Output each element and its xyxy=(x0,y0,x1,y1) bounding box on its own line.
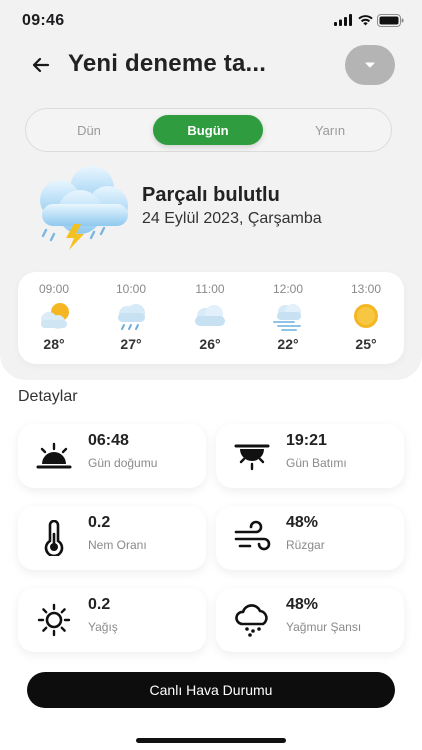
details-heading: Detaylar xyxy=(18,388,78,405)
tab-today[interactable]: Bugün xyxy=(153,115,263,145)
wifi-icon xyxy=(358,15,373,26)
detail-label: Gün doğumu xyxy=(88,456,158,470)
detail-value: 19:21 xyxy=(286,432,327,449)
hourly-item: 09:00 28° xyxy=(24,280,84,360)
hour-time: 10:00 xyxy=(115,282,147,296)
detail-value: 0.2 xyxy=(88,596,111,613)
detail-label: Nem Oranı xyxy=(88,538,147,552)
hour-temp: 28° xyxy=(43,336,65,352)
hourly-item: 11:00 26° xyxy=(180,280,240,360)
back-button[interactable] xyxy=(26,50,56,80)
hour-temp: 26° xyxy=(199,336,221,352)
hour-time: 12:00 xyxy=(272,282,304,296)
thermometer-icon xyxy=(44,520,64,556)
cloud-storm-icon xyxy=(40,166,128,250)
hour-time: 09:00 xyxy=(38,282,70,296)
live-weather-button[interactable]: Canlı Hava Durumu xyxy=(27,672,395,708)
weather-condition: Parçalı bulutlu xyxy=(142,184,280,206)
detail-label: Yağmur Şansı xyxy=(286,620,362,634)
detail-card-rain-chance: 48% Yağmur Şansı xyxy=(216,588,404,652)
detail-label: Gün Batımı xyxy=(286,456,347,470)
page-title: Yeni deneme ta... xyxy=(68,50,267,77)
detail-label: Yağış xyxy=(88,620,118,634)
wind-icon xyxy=(234,520,271,551)
status-icons xyxy=(334,14,404,28)
status-bar: 09:46 xyxy=(0,0,422,44)
detail-card-sunset: 19:21 Gün Batımı xyxy=(216,424,404,488)
detail-value: 48% xyxy=(286,596,319,613)
weather-date: 24 Eylül 2023, Çarşamba xyxy=(142,210,322,227)
detail-card-precipitation: 0.2 Yağış xyxy=(18,588,206,652)
sunset-icon xyxy=(234,444,270,471)
day-selector: Dün Bugün Yarın xyxy=(25,108,392,152)
detail-value: 06:48 xyxy=(88,432,129,449)
status-time: 09:46 xyxy=(22,12,65,29)
tab-yesterday[interactable]: Dün xyxy=(34,115,144,145)
hour-time: 11:00 xyxy=(195,282,225,296)
detail-card-sunrise: 06:48 Gün doğumu xyxy=(18,424,206,488)
signal-icon xyxy=(334,14,352,26)
hourly-forecast: 09:00 28° 10:00 27° 11:00 26° 12:00 22° … xyxy=(18,272,404,364)
hourly-item: 13:00 25° xyxy=(336,280,396,360)
hour-temp: 25° xyxy=(355,336,377,352)
hour-temp: 27° xyxy=(120,336,142,352)
cloud-icon xyxy=(195,305,225,326)
options-button[interactable] xyxy=(345,45,395,85)
hourly-item: 10:00 27° xyxy=(101,280,161,360)
cloud-wind-icon xyxy=(273,304,301,331)
partly-cloudy-icon xyxy=(41,303,69,329)
detail-label: Rüzgar xyxy=(286,538,325,552)
caret-down-icon xyxy=(365,62,375,68)
detail-card-humidity: 0.2 Nem Oranı xyxy=(18,506,206,570)
sunrise-icon xyxy=(36,442,72,469)
tab-tomorrow[interactable]: Yarın xyxy=(275,115,385,145)
header: Yeni deneme ta... xyxy=(0,40,422,92)
rain-cloud-icon xyxy=(235,604,268,637)
sun-icon xyxy=(354,304,378,328)
hour-time: 13:00 xyxy=(350,282,382,296)
hourly-item: 12:00 22° xyxy=(258,280,318,360)
detail-value: 0.2 xyxy=(88,514,111,531)
home-indicator xyxy=(136,738,286,743)
hour-temp: 22° xyxy=(277,336,299,352)
sun-outline-icon xyxy=(37,603,71,637)
battery-icon xyxy=(377,14,404,27)
detail-value: 48% xyxy=(286,514,319,531)
arrow-left-icon xyxy=(32,57,50,73)
cloud-rain-icon xyxy=(118,304,145,330)
detail-card-wind: 48% Rüzgar xyxy=(216,506,404,570)
